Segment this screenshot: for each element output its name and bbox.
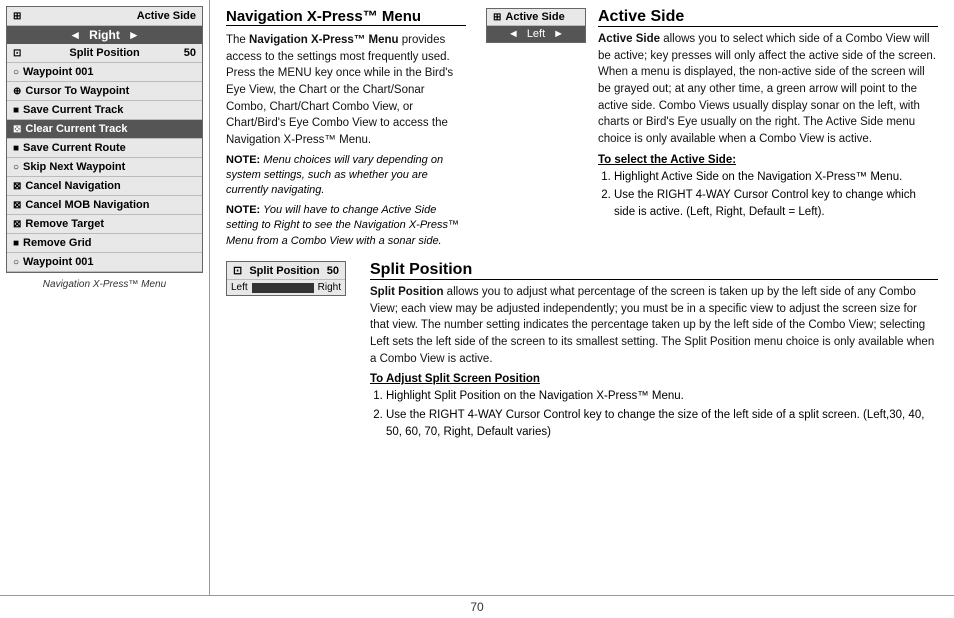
menu-item-waypoint-bottom[interactable]: ○ Waypoint 001 (7, 253, 202, 272)
right-panel: Navigation X-Press™ Menu The Navigation … (210, 0, 954, 595)
active-side-body: Active Side allows you to select which s… (598, 31, 938, 148)
split-position-section: ⊡ Split Position 50 Left Right Split Pos… (226, 261, 938, 442)
cancel-mob-icon: ⊠ (13, 200, 21, 211)
menu-item-save-route[interactable]: ■ Save Current Route (7, 139, 202, 158)
menu-item-cancel-mob[interactable]: ⊠ Cancel MOB Navigation (7, 196, 202, 215)
active-side-subheading: To select the Active Side: (598, 154, 938, 166)
footer: 70 (0, 595, 954, 618)
widget-active-side-value: Left (527, 28, 545, 40)
menu-caption: Navigation X-Press™ Menu (0, 279, 209, 290)
menu-item-cancel-nav[interactable]: ⊠ Cancel Navigation (7, 177, 202, 196)
widget-active-side-label: Active Side (505, 11, 564, 23)
split-pos-subheading: To Adjust Split Screen Position (370, 373, 938, 385)
note-2-text: You will have to change Active Side sett… (226, 204, 459, 247)
menu-item-split-pos[interactable]: ⊡ Split Position 50 (7, 44, 202, 63)
cancel-nav-icon: ⊠ (13, 181, 21, 192)
split-bar (252, 283, 314, 293)
active-side-title-wrapper: Active Side Active Side allows you to se… (598, 8, 938, 223)
menu-widget: ⊞ Active Side ◄ Right ► ⊡ Split Position… (6, 6, 203, 273)
remove-grid-icon: ■ (13, 238, 19, 249)
menu-label-cancel-nav: Cancel Navigation (25, 180, 120, 192)
menu-item-cursor-waypoint[interactable]: ⊕ Cursor To Waypoint (7, 82, 202, 101)
split-pos-bar-row: Left Right (227, 280, 345, 295)
waypoint-icon-1: ○ (13, 67, 19, 78)
split-pos-title: Split Position (370, 261, 938, 280)
menu-label-cursor-waypoint: Cursor To Waypoint (25, 85, 129, 97)
active-side-value-row[interactable]: ◄ Right ► (7, 26, 202, 44)
menu-item-remove-grid[interactable]: ■ Remove Grid (7, 234, 202, 253)
menu-label-cancel-mob: Cancel MOB Navigation (25, 199, 149, 211)
menu-label-split-pos: Split Position (69, 47, 139, 59)
split-pos-body: Split Position allows you to adjust what… (370, 284, 938, 367)
menu-label-save-track: Save Current Track (23, 104, 123, 116)
widget-arrow-left: ◄ (508, 28, 519, 40)
menu-label-skip-waypoint: Skip Next Waypoint (23, 161, 125, 173)
menu-label-save-route: Save Current Route (23, 142, 126, 154)
split-left-label: Left (231, 282, 248, 293)
split-right-label: Right (318, 282, 341, 293)
menu-label-remove-grid: Remove Grid (23, 237, 91, 249)
note-1: NOTE: Menu choices will vary depending o… (226, 153, 466, 199)
split-pos-value: 50 (184, 47, 196, 59)
menu-item-remove-target[interactable]: ⊠ Remove Target (7, 215, 202, 234)
split-pos-widget-label: Split Position (249, 265, 319, 277)
arrow-left: ◄ (69, 28, 81, 42)
menu-label-remove-target: Remove Target (25, 218, 104, 230)
menu-label-clear-track: Clear Current Track (25, 123, 127, 135)
main-title: Navigation X-Press™ Menu (226, 8, 466, 26)
menu-item-save-track[interactable]: ■ Save Current Track (7, 101, 202, 120)
left-content-block: Navigation X-Press™ Menu The Navigation … (226, 8, 466, 253)
menu-item-active-side[interactable]: ⊞ Active Side (7, 7, 202, 26)
page-number: 70 (470, 600, 483, 614)
note-2: NOTE: You will have to change Active Sid… (226, 203, 466, 249)
split-pos-widget-header: ⊡ Split Position 50 (227, 262, 345, 280)
skip-waypoint-icon: ○ (13, 162, 19, 173)
split-pos-steps: Highlight Split Position on the Navigati… (386, 388, 938, 440)
menu-item-clear-track[interactable]: ⊠ Clear Current Track (7, 120, 202, 139)
widget-arrow-right: ► (553, 28, 564, 40)
active-side-title: Active Side (598, 8, 938, 27)
cursor-waypoint-icon: ⊕ (13, 86, 21, 97)
widget-active-side-value-row: ◄ Left ► (487, 26, 585, 42)
menu-item-skip-waypoint[interactable]: ○ Skip Next Waypoint (7, 158, 202, 177)
active-side-value: Right (89, 28, 120, 42)
active-side-icon: ⊞ (13, 11, 21, 22)
split-pos-widget-preview: ⊡ Split Position 50 Left Right (226, 261, 346, 296)
split-pos-icon: ⊡ (13, 48, 21, 59)
left-panel: ⊞ Active Side ◄ Right ► ⊡ Split Position… (0, 0, 210, 595)
menu-item-waypoint-001[interactable]: ○ Waypoint 001 (7, 63, 202, 82)
clear-track-icon: ⊠ (13, 124, 21, 135)
active-side-section: ⊞ Active Side ◄ Left ► Active Side Activ… (486, 8, 938, 253)
intro-text: The Navigation X-Press™ Menu provides ac… (226, 32, 466, 149)
active-side-step-2: Use the RIGHT 4-WAY Cursor Control key t… (614, 187, 938, 220)
active-side-steps: Highlight Active Side on the Navigation … (614, 169, 938, 221)
widget-active-side-label-row: ⊞ Active Side (487, 9, 585, 26)
active-side-header: ⊞ Active Side ◄ Left ► Active Side Activ… (486, 8, 938, 223)
active-side-widget-preview: ⊞ Active Side ◄ Left ► (486, 8, 586, 43)
split-pos-content: Split Position Split Position allows you… (370, 261, 938, 442)
active-side-step-1: Highlight Active Side on the Navigation … (614, 169, 938, 186)
menu-label-active-side: Active Side (137, 10, 196, 22)
menu-label-waypoint-001: Waypoint 001 (23, 66, 94, 78)
widget-active-side-icon: ⊞ (493, 12, 501, 23)
save-track-icon: ■ (13, 105, 19, 116)
save-route-icon: ■ (13, 143, 19, 154)
menu-label-waypoint-bottom: Waypoint 001 (23, 256, 94, 268)
waypoint-icon-2: ○ (13, 257, 19, 268)
split-pos-step-2: Use the RIGHT 4-WAY Cursor Control key t… (386, 407, 938, 440)
arrow-right: ► (128, 28, 140, 42)
remove-target-icon: ⊠ (13, 219, 21, 230)
split-pos-step-1: Highlight Split Position on the Navigati… (386, 388, 938, 405)
split-pos-widget-value: 50 (327, 265, 339, 277)
